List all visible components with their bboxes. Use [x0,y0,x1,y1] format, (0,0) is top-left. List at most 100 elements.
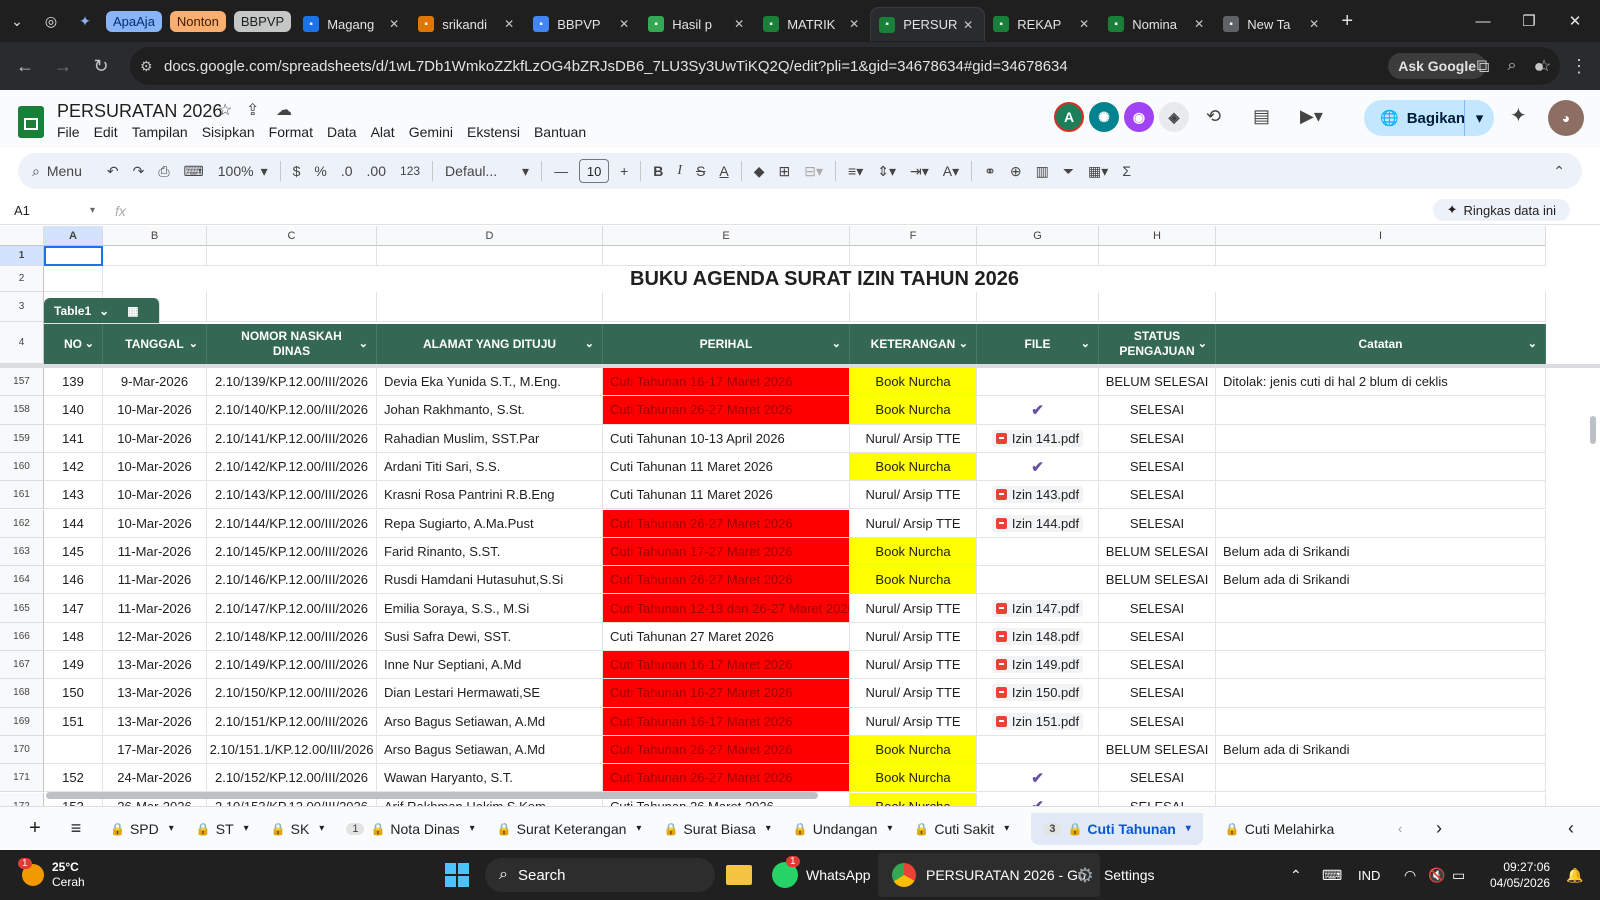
sheet-tab[interactable]: 🔒 SPD ▾ [110,821,174,837]
sheet-tab[interactable]: 🔒 ST ▾ [196,821,249,837]
cell-keterangan[interactable]: Book Nurcha [850,537,977,567]
cell-catatan[interactable] [1216,651,1546,680]
cell-status[interactable]: SELESAI [1099,679,1216,708]
menu-search-icon[interactable]: ⌕ [32,163,40,180]
increase-decimal[interactable]: .00 [367,163,386,179]
name-box-chevron-icon[interactable]: ▾ [90,205,95,216]
collapse-menu-icon[interactable]: ⌃ [1553,163,1565,180]
doc-title[interactable]: PERSURATAN 2026 [57,101,222,122]
merge-cells-icon[interactable]: ⊟▾ [804,163,823,180]
profile-icon[interactable]: ● [1520,47,1558,85]
row-header[interactable]: 4 [0,322,44,364]
file-chip[interactable]: Izin 150.pdf [991,684,1084,702]
font-select[interactable]: Defaul... [445,163,515,179]
column-menu-chevron-icon[interactable]: ⌄ [359,337,368,352]
cell-keterangan[interactable]: Book Nurcha [850,792,977,806]
cell-perihal[interactable]: Cuti Tahunan 26-27 Maret 2026 [603,509,850,538]
table-header[interactable]: ALAMAT YANG DITUJU ⌄ [377,324,603,364]
cell-catatan[interactable] [1216,424,1546,453]
zoom-chevron-icon[interactable]: ▾ [261,163,268,180]
insert-comment-icon[interactable]: ⊕ [1010,163,1022,180]
cell-status[interactable]: SELESAI [1099,622,1216,651]
table-header[interactable]: PERIHAL ⌄ [603,324,850,364]
extensions-icon[interactable]: ⧉ [1464,47,1502,85]
row-header[interactable]: 159 [0,424,44,453]
cell-keterangan[interactable]: Book Nurcha [850,764,977,793]
cell-tanggal[interactable]: 10-Mar-2026 [103,481,207,510]
start-button[interactable] [445,850,469,900]
column-menu-chevron-icon[interactable]: ⌄ [1081,337,1090,352]
chrome-taskbar[interactable]: PERSURATAN 2026 - Go [878,853,1100,897]
cell-no[interactable]: 143 [44,481,103,510]
file-explorer-icon[interactable] [726,850,752,900]
cell-perihal[interactable]: Cuti Tahunan 16-17 Maret 2026 [603,651,850,680]
cell-file[interactable]: Izin 151.pdf [977,707,1099,736]
cell-nomor[interactable]: 2.10/147/KP.12.00/III/2026 [207,594,377,623]
cell-file[interactable]: Izin 150.pdf [977,679,1099,708]
cell-no[interactable]: 149 [44,651,103,680]
collaborator-avatar-anon-3[interactable]: ◈ [1159,102,1189,132]
cell-catatan[interactable]: Belum ada di Srikandi [1216,537,1546,567]
cell-nomor[interactable]: 2.10/143/KP.12.00/III/2026 [207,481,377,510]
row-header[interactable]: 166 [0,622,44,651]
tab-group-apaaja[interactable]: ApaAja [106,10,162,32]
borders-icon[interactable]: ⊞ [779,163,791,180]
cell-nomor[interactable]: 2.10/150/KP.12.00/III/2026 [207,679,377,708]
table-view-icon[interactable]: ▦ [127,304,138,318]
file-chip[interactable]: Izin 148.pdf [991,627,1084,645]
history-icon[interactable]: ⟲ [1206,106,1221,127]
file-chip[interactable]: Izin 149.pdf [991,656,1084,674]
share-button[interactable]: 🌐 Bagikan ▾ [1364,100,1494,136]
cell-nomor[interactable]: 2.10/141/KP.12.00/III/2026 [207,424,377,453]
tab-search-chevron-icon[interactable]: ⌄ [0,6,34,36]
row-header[interactable]: 3 [0,292,44,322]
column-header[interactable]: A [44,226,103,246]
cell-tanggal[interactable]: 11-Mar-2026 [103,537,207,567]
column-header[interactable]: H [1099,226,1216,246]
menu-item[interactable]: File [57,124,80,140]
cell-perihal[interactable]: Cuti Tahunan 17-27 Maret 2026 [603,537,850,567]
sheet-tab[interactable]: 🔒 Cuti Sakit ▾ [914,821,1009,837]
column-menu-chevron-icon[interactable]: ⌄ [1528,337,1537,352]
cell-catatan[interactable] [1216,452,1546,482]
sheet-tab[interactable]: 🔒 SK ▾ [271,821,325,837]
sheet-tab[interactable]: 1 🔒 Nota Dinas ▾ [346,821,475,837]
sheet-tab[interactable]: 🔒 Surat Biasa ▾ [663,821,770,837]
browser-tab[interactable]: ▪ srikandi ✕ [410,7,525,41]
redo-icon[interactable]: ↷ [133,163,145,180]
menu-item[interactable]: Edit [94,124,118,140]
strikethrough-icon[interactable]: S [696,163,705,179]
language-indicator[interactable]: IND [1358,850,1380,900]
cell-keterangan[interactable]: Book Nurcha [850,396,977,425]
menu-item[interactable]: Tampilan [132,124,188,140]
cell-perihal[interactable]: Cuti Tahunan 26-27 Maret 2026 [603,764,850,793]
browser-tab[interactable]: ▪ PERSUR ✕ [870,7,986,41]
cell-alamat[interactable]: Johan Rakhmanto, S.St. [377,396,603,425]
browser-tab[interactable]: ▪ BBPVP ✕ [525,7,640,41]
cloud-status-icon[interactable]: ☁ [276,100,292,120]
menu-search[interactable]: Menu [47,163,82,179]
wifi-icon[interactable]: ◠ [1404,850,1416,900]
cell-no[interactable]: 152 [44,764,103,793]
star-icon[interactable]: ☆ [218,100,232,120]
cell-status[interactable]: SELESAI [1099,651,1216,680]
cell-alamat[interactable]: Susi Safra Dewi, SST. [377,622,603,651]
browser-menu-icon[interactable]: ⋮ [1560,47,1598,85]
scroll-tabs-right-icon[interactable]: › [1436,818,1442,839]
cell-alamat[interactable]: Arso Bagus Setiawan, A.Md [377,735,603,765]
cell-perihal[interactable]: Cuti Tahunan 16-17 Maret 2026 [603,368,850,397]
column-menu-chevron-icon[interactable]: ⌄ [832,337,841,352]
cell-tanggal[interactable]: 11-Mar-2026 [103,594,207,623]
minimize-icon[interactable]: — [1460,0,1506,42]
column-menu-chevron-icon[interactable]: ⌄ [1198,337,1207,352]
grid-corner[interactable] [0,226,44,246]
cell-no[interactable]: 139 [44,368,103,397]
cell-tanggal[interactable]: 13-Mar-2026 [103,651,207,680]
weather-widget[interactable]: 1 25°C Cerah [18,850,85,900]
cell-catatan[interactable] [1216,509,1546,538]
row-header[interactable]: 161 [0,481,44,510]
italic-icon[interactable]: I [677,163,682,179]
cell-perihal[interactable]: Cuti Tahunan 26-27 Maret 2026 [603,396,850,425]
collaborator-avatar-a[interactable]: A [1054,102,1084,132]
paint-format-icon[interactable]: ⌨ [184,163,204,180]
